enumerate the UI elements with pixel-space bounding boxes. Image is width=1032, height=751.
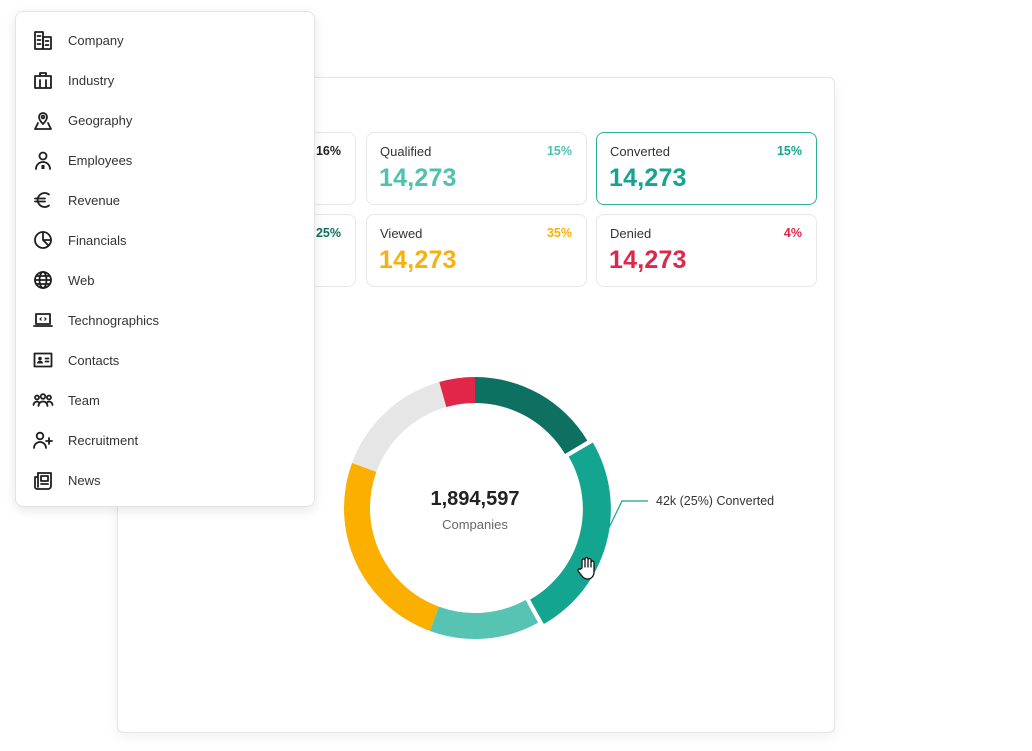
menu-item-company[interactable]: Company (16, 20, 314, 60)
euro-icon (32, 189, 54, 211)
menu-item-label: Industry (68, 72, 115, 88)
menu-item-label: Recruitment (68, 432, 139, 448)
menu-item-label: Financials (68, 232, 127, 248)
menu-item-label: Technographics (68, 312, 160, 328)
menu-item-web[interactable]: Web (16, 260, 314, 300)
donut-slice-qualified[interactable] (429, 600, 539, 639)
menu-item-revenue[interactable]: Revenue (16, 180, 314, 220)
stage: 16% Qualified 15% 14,273 Converted 15% 14,273 2… (0, 0, 1032, 751)
menu-item-geography[interactable]: Geography (16, 100, 314, 140)
menu-item-recruitment[interactable]: Recruitment (16, 420, 314, 460)
menu-item-label: Contacts (68, 352, 120, 368)
menu-item-label: Employees (68, 152, 133, 168)
category-menu: Company Industry Geography Employees Revenue… (15, 11, 315, 507)
person-add-icon (32, 429, 54, 451)
contact-card-icon (32, 349, 54, 371)
menu-item-industry[interactable]: Industry (16, 60, 314, 100)
menu-item-label: Geography (68, 112, 133, 128)
newspaper-icon (32, 469, 54, 491)
hand-cursor-icon (577, 556, 595, 580)
person-icon (32, 149, 54, 171)
menu-item-label: Company (68, 32, 124, 48)
donut-total: 1,894,597 (430, 488, 520, 510)
globe-icon (32, 269, 54, 291)
laptop-code-icon (32, 309, 54, 331)
map-pin-icon (32, 109, 54, 131)
menu-item-team[interactable]: Team (16, 380, 314, 420)
donut-callout-label: 42k (25%) Converted (656, 494, 775, 508)
donut-slice-segment-1[interactable] (475, 377, 588, 454)
team-icon (32, 389, 54, 411)
donut-total-label: Companies (442, 517, 508, 532)
menu-item-label: Revenue (68, 192, 121, 208)
menu-item-news[interactable]: News (16, 460, 314, 500)
donut-slice-other[interactable] (352, 381, 447, 472)
menu-item-technographics[interactable]: Technographics (16, 300, 314, 340)
pie-chart-icon (32, 229, 54, 251)
menu-item-contacts[interactable]: Contacts (16, 340, 314, 380)
building-icon (32, 29, 54, 51)
menu-item-financials[interactable]: Financials (16, 220, 314, 260)
menu-item-employees[interactable]: Employees (16, 140, 314, 180)
menu-item-label: Team (68, 392, 100, 408)
menu-item-label: Web (68, 272, 95, 288)
donut-slice-converted[interactable] (528, 440, 613, 626)
menu-item-label: News (68, 472, 101, 488)
briefcase-icon (32, 69, 54, 91)
